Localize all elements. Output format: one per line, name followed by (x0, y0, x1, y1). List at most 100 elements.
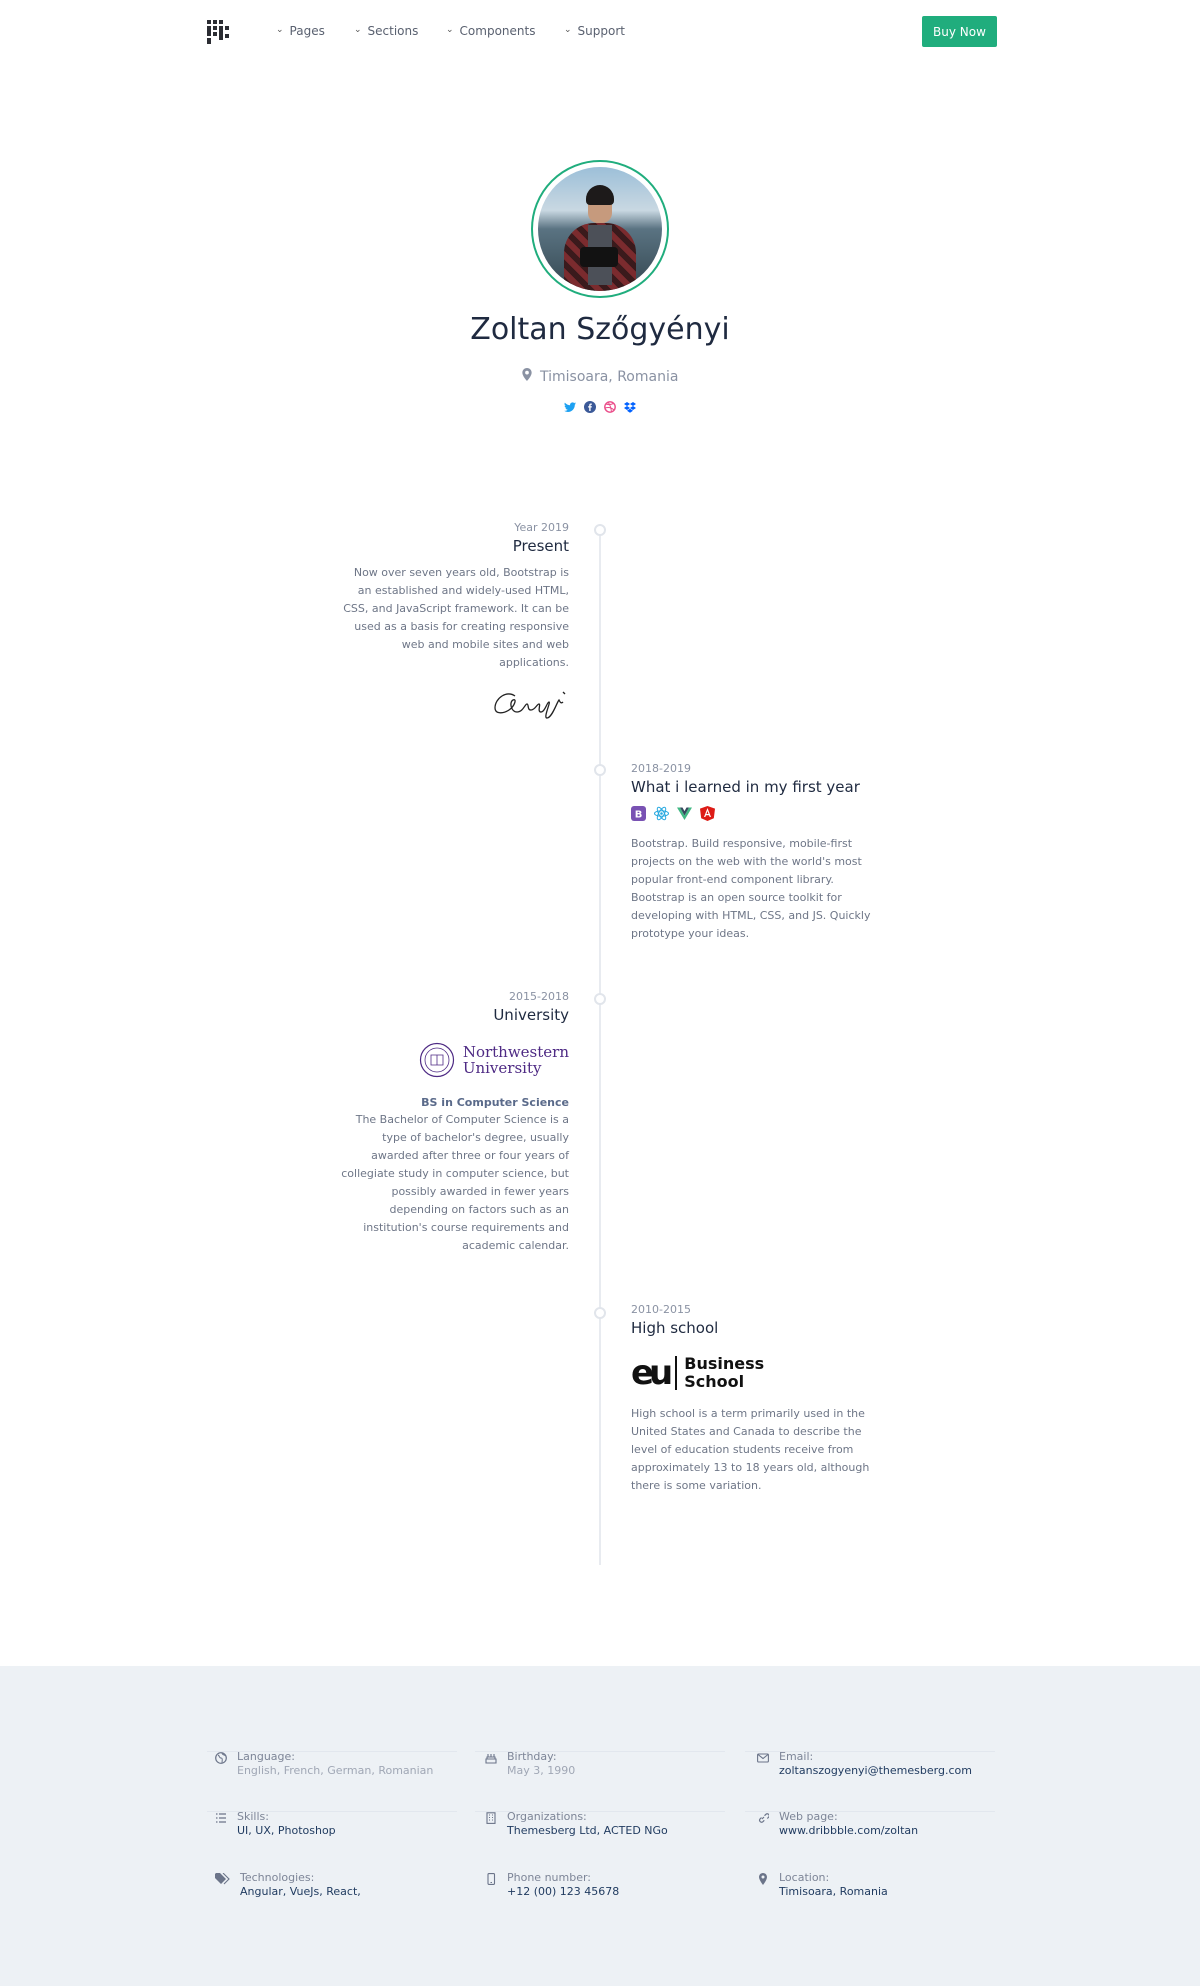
info-value: May 3, 1990 (507, 1764, 576, 1777)
info-label: Language: (237, 1750, 295, 1763)
dribbble-icon[interactable] (604, 401, 616, 413)
timeline-dot (594, 524, 606, 536)
info-label: Technologies: (240, 1871, 315, 1884)
info-value: English, French, German, Romanian (237, 1764, 434, 1777)
info-technologies: Technologies: Angular, VueJs, React, (215, 1871, 465, 1898)
chevron-down-icon: ⌄ (564, 25, 572, 35)
nav-support[interactable]: ⌄ Support (564, 24, 625, 38)
angular-icon (700, 806, 715, 821)
timeline-dot (594, 993, 606, 1005)
avatar (531, 160, 669, 298)
info-label: Location: (779, 1871, 830, 1884)
phone-icon (487, 1873, 496, 1885)
info-value: Timisoara, Romania (779, 1885, 888, 1898)
info-web-page: Web page: www.dribbble.com/zoltan (757, 1810, 1007, 1837)
degree-title: BS in Computer Science (421, 1096, 569, 1109)
facebook-icon[interactable] (584, 401, 596, 413)
timeline-date: 2015-2018 (509, 990, 569, 1003)
web-page-link[interactable]: www.dribbble.com/zoltan (779, 1824, 918, 1837)
info-section: Language: English, French, German, Roman… (0, 1666, 1200, 1986)
react-icon (654, 806, 669, 821)
timeline-text: The Bachelor of Computer Science is a ty… (341, 1113, 569, 1252)
northwestern-logo: Northwestern University (339, 1042, 569, 1078)
timeline-text: Bootstrap. Build responsive, mobile-firs… (631, 837, 871, 940)
timeline-entry-high-school: 2010-2015 High school eu Business School… (631, 1303, 871, 1495)
info-label: Skills: (237, 1810, 269, 1823)
timeline-entry-present: Year 2019 Present Now over seven years o… (339, 521, 569, 720)
eu-business-school-logo: eu Business School (631, 1355, 871, 1391)
info-value: Themesberg Ltd, ACTED NGo (507, 1824, 668, 1837)
vue-icon (677, 807, 692, 820)
logo-line: Northwestern (462, 1043, 569, 1061)
buy-now-button[interactable]: Buy Now (922, 16, 997, 47)
email-link[interactable]: zoltanszogyenyi@themesberg.com (779, 1764, 972, 1777)
profile-location: Timisoara, Romania (0, 368, 1200, 385)
twitter-icon[interactable] (564, 401, 576, 413)
nav-label: Support (577, 24, 625, 38)
info-label: Organizations: (507, 1810, 587, 1823)
nav-label: Pages (289, 24, 325, 38)
profile-name: Zoltan Szőgyényi (470, 312, 730, 347)
timeline-date: 2018-2019 (631, 762, 691, 775)
location-pin-icon (521, 368, 532, 381)
timeline-entry-university: 2015-2018 University Northwestern Univer… (339, 990, 569, 1255)
info-email: Email: zoltanszogyenyi@themesberg.com (757, 1750, 1007, 1777)
timeline-title: High school (631, 1319, 719, 1337)
nav-sections[interactable]: ⌄ Sections (354, 24, 418, 38)
timeline-date: Year 2019 (514, 521, 569, 534)
timeline-dot (594, 764, 606, 776)
timeline-text: High school is a term primarily used in … (631, 1407, 870, 1492)
link-icon (759, 1813, 769, 1823)
timeline-entry-first-year: 2018-2019 What i learned in my first yea… (631, 762, 871, 943)
dropbox-icon[interactable] (624, 401, 636, 413)
timeline-text: Now over seven years old, Bootstrap is a… (343, 566, 569, 669)
logo-line: School (684, 1372, 745, 1391)
logo-line: University (462, 1059, 542, 1077)
timeline-line (599, 530, 601, 1565)
tech-icons: B (631, 806, 871, 821)
university-seal-icon (419, 1042, 454, 1078)
navbar: ⌄ Pages ⌄ Sections ⌄ Components ⌄ Suppor… (0, 0, 1200, 64)
info-value: UI, UX, Photoshop (237, 1824, 336, 1837)
svg-text:B: B (635, 810, 643, 821)
list-icon (216, 1813, 226, 1823)
social-links (0, 401, 1200, 413)
nav-label: Components (459, 24, 536, 38)
timeline-title: What i learned in my first year (631, 778, 860, 796)
timeline-title: Present (512, 537, 569, 555)
chevron-down-icon: ⌄ (276, 25, 284, 35)
chevron-down-icon: ⌄ (354, 25, 362, 35)
nav-pages[interactable]: ⌄ Pages (276, 24, 325, 38)
nav-label: Sections (367, 24, 419, 38)
tags-icon (215, 1873, 230, 1885)
bootstrap-icon: B (631, 806, 646, 821)
profile-location-text: Timisoara, Romania (540, 369, 679, 385)
info-label: Birthday: (507, 1750, 557, 1763)
timeline-date: 2010-2015 (631, 1303, 691, 1316)
location-icon (759, 1873, 767, 1885)
timeline-title: University (493, 1006, 569, 1024)
building-icon (486, 1812, 496, 1824)
info-skills: Skills: UI, UX, Photoshop (215, 1810, 465, 1837)
chevron-down-icon: ⌄ (446, 25, 454, 35)
brand-logo[interactable] (207, 20, 229, 44)
timeline-dot (594, 1307, 606, 1319)
info-location: Location: Timisoara, Romania (757, 1871, 1007, 1898)
info-value: Angular, VueJs, React, (240, 1885, 361, 1898)
nav-components[interactable]: ⌄ Components (446, 24, 535, 38)
info-organizations: Organizations: Themesberg Ltd, ACTED NGo (485, 1810, 735, 1837)
envelope-icon (757, 1753, 769, 1763)
logo-line: Business (684, 1354, 765, 1373)
signature-image (494, 691, 566, 719)
info-birthday: Birthday: May 3, 1990 (485, 1750, 735, 1777)
globe-icon (215, 1752, 227, 1764)
cake-icon (485, 1754, 497, 1764)
info-phone: Phone number: +12 (00) 123 45678 (485, 1871, 735, 1898)
info-label: Web page: (779, 1810, 838, 1823)
info-label: Email: (779, 1750, 814, 1763)
info-label: Phone number: (507, 1871, 592, 1884)
info-language: Language: English, French, German, Roman… (215, 1750, 465, 1777)
info-value: +12 (00) 123 45678 (507, 1885, 620, 1898)
eu-mark: eu (631, 1353, 673, 1393)
camera-icon (580, 247, 618, 267)
